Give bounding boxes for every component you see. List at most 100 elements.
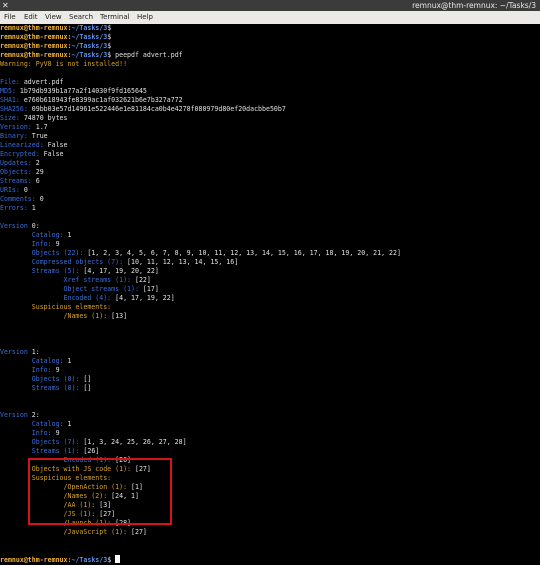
output-label: Errors: (0, 204, 32, 212)
output-label: Version (0, 222, 32, 230)
output-line: Errors: 1 (0, 204, 540, 213)
output-label: Info: (0, 429, 56, 437)
output-line: Warning: PyV8 is not installed!! (0, 60, 540, 69)
prompt-user: remnux@thm-remnux: (0, 33, 72, 41)
prompt-path: ~/Tasks/3 (71, 33, 108, 41)
output-value: True (31, 132, 48, 140)
output-value: 74870 bytes (23, 114, 68, 122)
output-line: Version 0: (0, 222, 540, 231)
output-label: Catalog: (0, 357, 68, 365)
output-line: Objects: 29 (0, 168, 540, 177)
output-label: Encrypted: (0, 150, 44, 158)
output-label: Objects: (0, 168, 36, 176)
output-line: Encrypted: False (0, 150, 540, 159)
output-line: Streams: 6 (0, 177, 540, 186)
output-value: [4, 17, 19, 20, 22] (83, 267, 159, 275)
output-line: Catalog: 1 (0, 231, 540, 240)
text-cursor (115, 555, 121, 563)
output-line: Streams (5): [4, 17, 19, 20, 22] (0, 267, 540, 276)
prompt-user: remnux@thm-remnux: (0, 42, 72, 50)
output-line: Comments: 0 (0, 195, 540, 204)
output-line: Version 1: (0, 348, 540, 357)
output-line: Suspicious elements: (0, 303, 540, 312)
command-text: $ (107, 24, 116, 32)
output-label: /Names (1): (0, 312, 112, 320)
prompt-path: ~/Tasks/3 (71, 42, 108, 50)
menu-edit[interactable]: Edit (24, 11, 38, 24)
output-label: Version (0, 348, 32, 356)
menu-help[interactable]: Help (137, 11, 153, 24)
prompt-path: ~/Tasks/3 (71, 51, 108, 59)
command-text: $ peepdf advert.pdf (107, 51, 183, 59)
output-value: [4, 17, 19, 22] (115, 294, 175, 302)
output-value: 9 (55, 240, 60, 248)
output-value: [10, 11, 12, 13, 14, 15, 16] (127, 258, 239, 266)
output-value: advert.pdf (23, 78, 64, 86)
output-value: 6 (35, 177, 40, 185)
output-value: 0 (23, 186, 28, 194)
output-label: Objects (0): (0, 375, 84, 383)
output-label: Streams (1): (0, 447, 84, 455)
prompt-path: ~/Tasks/3 (71, 24, 108, 32)
output-line: File: advert.pdf (0, 78, 540, 87)
output-value: [] (83, 375, 92, 383)
output-value: 9 (55, 429, 60, 437)
output-value: 1 (67, 231, 72, 239)
output-value: 1 (31, 204, 36, 212)
output-label: Info: (0, 366, 56, 374)
output-label: /JavaScript (1): (0, 528, 132, 536)
window-titlebar: ✕ remnux@thm-remnux: ~/Tasks/3 (0, 0, 540, 11)
command-text: $ (107, 556, 116, 564)
output-line: Version: 1.7 (0, 123, 540, 132)
menu-file[interactable]: File (4, 11, 16, 24)
output-line: Object streams (1): [17] (0, 285, 540, 294)
output-line: Objects (7): [1, 3, 24, 25, 26, 27, 28] (0, 438, 540, 447)
output-label: Warning: PyV8 is not installed!! (0, 60, 128, 68)
prompt-user: remnux@thm-remnux: (0, 51, 72, 59)
output-line: Encoded (4): [4, 17, 19, 22] (0, 294, 540, 303)
output-value: 1.7 (35, 123, 48, 131)
output-line: Binary: True (0, 132, 540, 141)
menu-search[interactable]: Search (69, 11, 93, 24)
output-line: Linearized: False (0, 141, 540, 150)
output-line: Objects (22): [1, 2, 3, 4, 5, 6, 7, 8, 9… (0, 249, 540, 258)
output-label: Linearized: (0, 141, 48, 149)
output-label: SHA256: (0, 105, 32, 113)
output-value: 1 (67, 357, 72, 365)
output-label: URIs: (0, 186, 24, 194)
close-icon[interactable]: ✕ (2, 0, 9, 11)
output-line: Info: 9 (0, 240, 540, 249)
prompt-line: remnux@thm-remnux:~/Tasks/3$ (0, 42, 540, 51)
output-label: Objects (7): (0, 438, 84, 446)
output-value: [17] (142, 285, 159, 293)
output-label: Streams: (0, 177, 36, 185)
output-value: 09bb03e57d14961e522446e1e81184ca0b4e4278… (31, 105, 286, 113)
output-line: URIs: 0 (0, 186, 540, 195)
output-label: File: (0, 78, 24, 86)
output-label: Binary: (0, 132, 32, 140)
output-line: Streams (0): [] (0, 384, 540, 393)
output-value: [26] (83, 447, 100, 455)
output-label: Size: (0, 114, 24, 122)
output-label: Compressed objects (7): (0, 258, 128, 266)
output-value: 2: (31, 411, 40, 419)
prompt-line: remnux@thm-remnux:~/Tasks/3$ (0, 555, 540, 564)
output-line: MD5: 1b79db939b1a77a2f14030f9fd165645 (0, 87, 540, 96)
output-label: Suspicious elements: (0, 303, 112, 311)
output-label: Comments: (0, 195, 40, 203)
menu-terminal[interactable]: Terminal (100, 11, 130, 24)
menu-view[interactable]: View (45, 11, 62, 24)
output-line: /JavaScript (1): [27] (0, 528, 540, 537)
output-value: [27] (131, 528, 147, 536)
prompt-user: remnux@thm-remnux: (0, 24, 72, 32)
output-value: 0: (31, 222, 40, 230)
output-label: Streams (0): (0, 384, 84, 392)
output-value: e760b618943fe8399ac1af032621b6e7b327a772 (23, 96, 183, 104)
output-value: 1 (67, 420, 72, 428)
